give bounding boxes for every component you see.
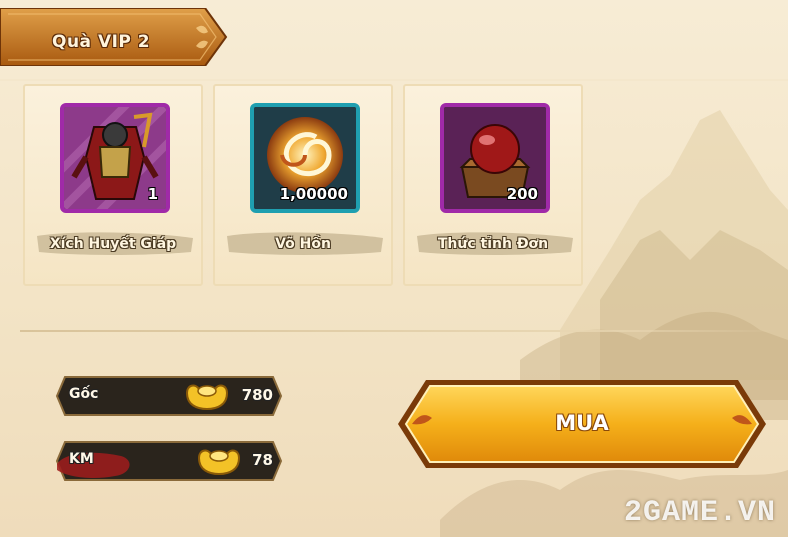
discount-price-row: KM 78: [55, 440, 283, 482]
reward-items-panel: 1 Xích Huyết Giáp 1,00000 Võ Hồn 200 Thứ…: [20, 84, 586, 290]
original-price-row: Gốc 780: [55, 375, 283, 417]
discount-price-value: 78: [252, 451, 273, 469]
item-quantity: 1,00000: [279, 185, 348, 203]
item-name: Thức tỉnh Đơn: [437, 236, 549, 252]
awakening-pill-icon: 200: [440, 103, 550, 213]
watermark: 2GAME.VN: [623, 496, 776, 530]
item-name: Xích Huyết Giáp: [49, 236, 177, 252]
reward-item-card[interactable]: 1 Xích Huyết Giáp: [23, 84, 203, 286]
item-quantity: 200: [506, 185, 538, 203]
armor-icon: 1: [60, 103, 170, 213]
item-quantity: 1: [147, 185, 158, 203]
section-divider: [20, 330, 780, 332]
reward-item-card[interactable]: 1,00000 Võ Hồn: [213, 84, 393, 286]
page-title: Quà VIP 2: [52, 32, 151, 52]
discount-price-label: KM: [69, 451, 94, 467]
soul-orb-icon: 1,00000: [250, 103, 360, 213]
header-ribbon: Quà VIP 2: [0, 7, 228, 67]
buy-button[interactable]: MUA: [396, 378, 768, 470]
reward-item-card[interactable]: 200 Thức tỉnh Đơn: [403, 84, 583, 286]
original-price-label: Gốc: [69, 386, 99, 402]
gold-ingot-icon: [197, 449, 241, 476]
item-name: Võ Hồn: [275, 236, 331, 252]
gold-ingot-icon: [185, 384, 229, 411]
buy-button-label: MUA: [555, 411, 609, 435]
original-price-value: 780: [241, 386, 273, 404]
